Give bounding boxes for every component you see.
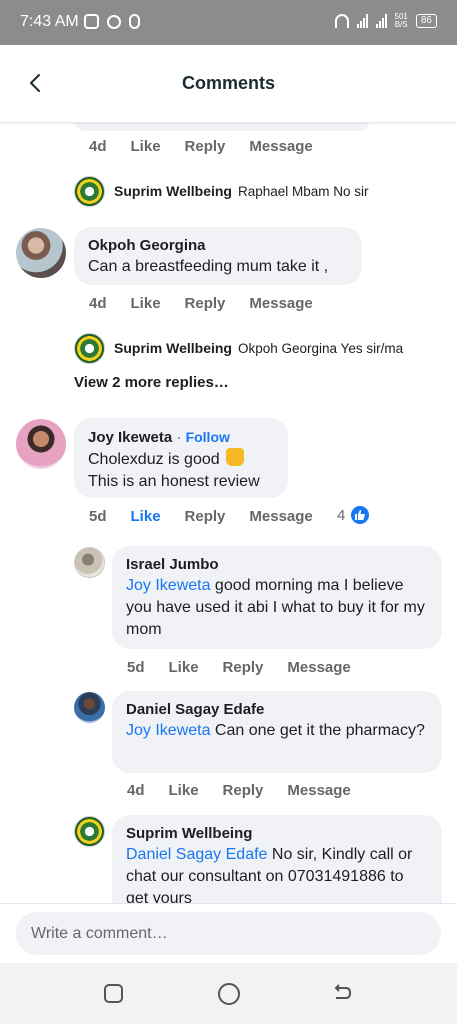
comment-time: 5d	[127, 659, 145, 676]
comment-bubble[interactable]: Suprim Wellbeing Daniel Sagay Edafe No s…	[112, 815, 442, 903]
page-title: Comments	[181, 73, 275, 93]
reply-button[interactable]: Reply	[223, 659, 264, 676]
comment-author[interactable]: Daniel Sagay Edafe	[126, 700, 428, 720]
comment-author-line: Joy Ikeweta · Follow	[88, 427, 274, 448]
avatar[interactable]	[16, 419, 66, 469]
follow-button[interactable]: Follow	[186, 429, 230, 445]
mention-link[interactable]: Joy Ikeweta	[126, 722, 210, 739]
message-button[interactable]: Message	[287, 782, 350, 799]
avatar[interactable]	[74, 333, 105, 364]
comment-author[interactable]: Israel Jumbo	[126, 555, 428, 575]
comment-text: Cholexduz is good	[88, 451, 220, 468]
like-button[interactable]: Like	[131, 138, 161, 155]
comment-actions: 5d Like Reply Message	[127, 659, 375, 676]
message-button[interactable]: Message	[249, 138, 312, 155]
comment-time: 4d	[89, 138, 107, 155]
like-button[interactable]: Like	[169, 782, 199, 799]
notification-opera-icon	[129, 14, 140, 29]
comment-text: This is an honest review	[88, 473, 260, 490]
headphones-icon	[334, 14, 349, 28]
comment-text-block: Joy Ikeweta good morning ma I believe yo…	[126, 575, 428, 641]
reply-author: Suprim Wellbeing	[114, 340, 232, 356]
comment-author[interactable]: Suprim Wellbeing	[126, 824, 428, 844]
comment-author[interactable]: Joy Ikeweta	[88, 429, 172, 446]
comment-text-block: Joy Ikeweta Can one get it the pharmacy?	[126, 720, 428, 742]
view-more-replies-link[interactable]: View 2 more replies…	[74, 374, 229, 391]
comment-author[interactable]: Okpoh Georgina	[88, 236, 348, 256]
comment-text: Can a breastfeeding mum take it ,	[88, 258, 329, 275]
comment-actions: 4d Like Reply Message	[89, 295, 337, 312]
recents-button[interactable]	[104, 984, 123, 1003]
system-back-button[interactable]	[331, 983, 353, 1005]
like-button[interactable]: Like	[131, 295, 161, 312]
reply-button[interactable]: Reply	[185, 508, 226, 525]
avatar[interactable]	[74, 547, 105, 578]
reaction-summary[interactable]: 4	[337, 504, 372, 526]
like-button[interactable]: Like	[169, 659, 199, 676]
comment-bubble[interactable]: Joy Ikeweta · Follow Cholexduz is good T…	[74, 418, 288, 498]
battery-icon: 86	[415, 14, 437, 28]
thumbs-up-emoji-icon	[226, 448, 245, 466]
comment-actions: 5d Like Reply Message	[89, 508, 337, 525]
comment-composer-bar: Write a comment…	[0, 903, 457, 963]
comment-text: Can one get it the pharmacy?	[210, 722, 425, 739]
system-nav-bar	[0, 963, 457, 1024]
comment-time: 4d	[127, 782, 145, 799]
separator: ·	[172, 429, 186, 446]
reply-button[interactable]: Reply	[185, 295, 226, 312]
comment-bubble[interactable]: Daniel Sagay Edafe Joy Ikeweta Can one g…	[112, 691, 442, 773]
mention-link[interactable]: Daniel Sagay Edafe	[126, 846, 267, 863]
mention-link[interactable]: Joy Ikeweta	[126, 577, 210, 594]
comment-bubble[interactable]: Okpoh Georgina Can a breastfeeding mum t…	[74, 227, 362, 285]
comment-text-line: Cholexduz is good	[88, 448, 274, 471]
comments-list[interactable]: 4d Like Reply Message Suprim Wellbeing R…	[0, 123, 457, 903]
return-arrow-icon	[334, 984, 352, 999]
previous-comment-bubble[interactable]	[74, 123, 370, 131]
reply-preview[interactable]: Suprim Wellbeing Raphael Mbam No sir	[114, 183, 369, 199]
comment-bubble[interactable]: Israel Jumbo Joy Ikeweta good morning ma…	[112, 546, 442, 649]
reply-author: Suprim Wellbeing	[114, 183, 232, 199]
notification-circle-icon	[107, 14, 121, 29]
notification-app-icon	[84, 14, 99, 29]
status-notification-icons	[84, 14, 140, 29]
comment-actions: 4d Like Reply Message	[127, 782, 375, 799]
avatar[interactable]	[74, 816, 105, 847]
reaction-count: 4	[337, 506, 346, 524]
reply-text: Raphael Mbam No sir	[237, 183, 369, 199]
header: Comments	[0, 45, 457, 123]
reply-button[interactable]: Reply	[185, 138, 226, 155]
comment-actions: 4d Like Reply Message	[89, 138, 337, 155]
signal-icon	[356, 14, 368, 28]
message-button[interactable]: Message	[249, 295, 312, 312]
reply-button[interactable]: Reply	[223, 782, 264, 799]
network-speed: 501 B/S	[394, 12, 408, 29]
reply-text: Okpoh Georgina Yes sir/ma	[237, 340, 404, 356]
message-button[interactable]: Message	[249, 508, 312, 525]
comment-input[interactable]: Write a comment…	[16, 912, 441, 955]
avatar[interactable]	[74, 176, 105, 207]
avatar[interactable]	[16, 228, 66, 278]
comment-time: 4d	[89, 295, 107, 312]
thumbs-up-icon	[349, 504, 372, 526]
like-button[interactable]: Like	[131, 508, 161, 525]
signal-icon	[375, 14, 387, 28]
home-button[interactable]	[218, 983, 240, 1005]
message-button[interactable]: Message	[287, 659, 350, 676]
reply-preview[interactable]: Suprim Wellbeing Okpoh Georgina Yes sir/…	[114, 340, 403, 356]
status-time: 7:43 AM	[20, 13, 79, 30]
comment-text-block: Daniel Sagay Edafe No sir, Kindly call o…	[126, 844, 428, 903]
comment-time: 5d	[89, 508, 107, 525]
status-system-icons: 501 B/S 86	[334, 12, 437, 29]
avatar[interactable]	[74, 692, 105, 723]
status-bar: 7:43 AM 501 B/S 86	[0, 0, 457, 45]
